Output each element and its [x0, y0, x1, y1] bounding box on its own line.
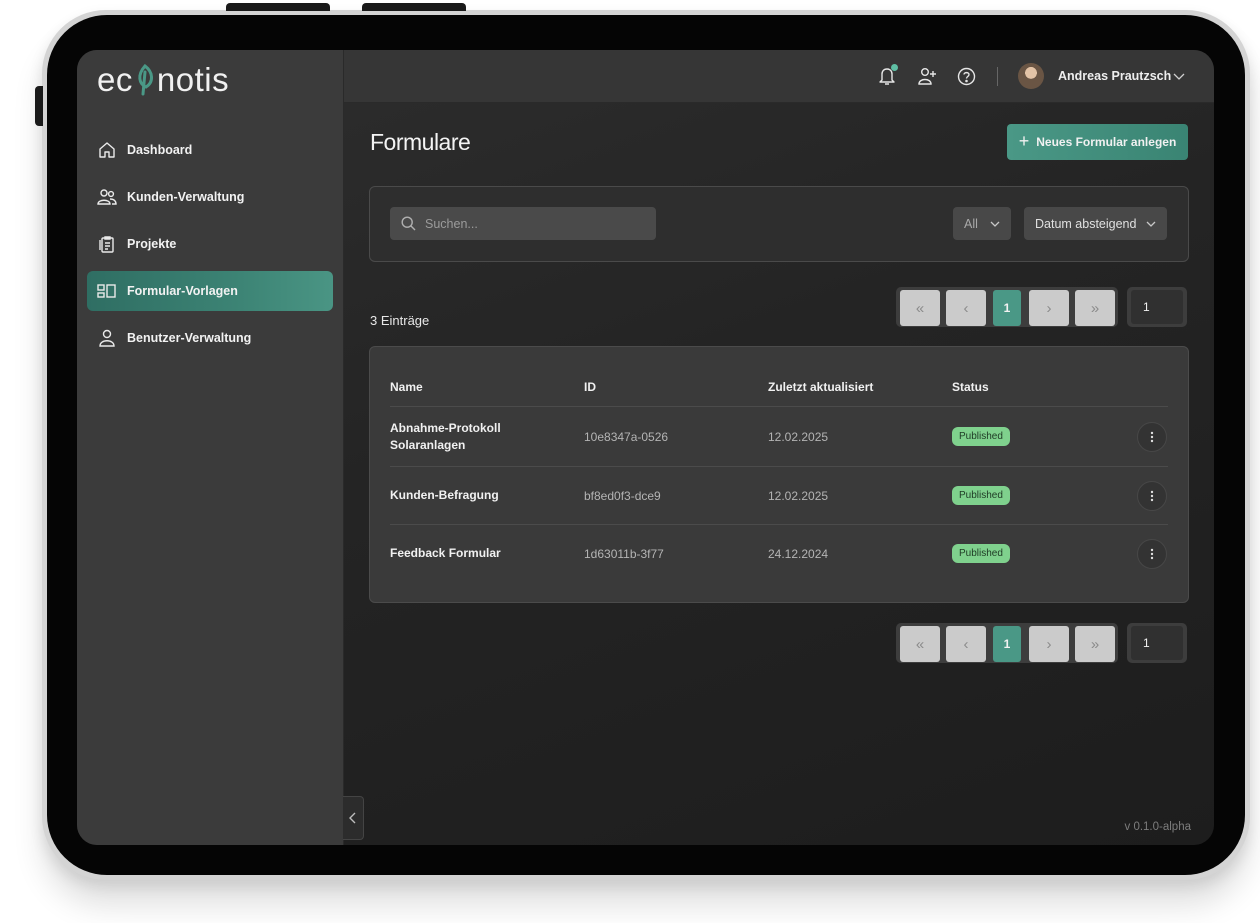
top-bar: Andreas Prautzsch [344, 50, 1214, 103]
leaf-logo-icon [138, 63, 153, 96]
chevron-left-icon [349, 812, 356, 824]
row-name[interactable]: Abnahme-Protokoll Solaranlagen [390, 420, 530, 454]
new-form-button-label: Neues Formular anlegen [1036, 135, 1177, 149]
row-actions-button[interactable] [1137, 422, 1167, 452]
table-row[interactable]: Feedback Formular 1d63011b-3f77 24.12.20… [390, 524, 1168, 583]
sidebar-item-dashboard[interactable]: Dashboard [87, 130, 333, 170]
logo-text-right: notis [156, 61, 230, 98]
more-vertical-icon [1150, 548, 1154, 560]
chevron-down-icon [990, 219, 1000, 229]
status-badge: Published [952, 486, 1010, 505]
row-id: bf8ed0f3-dce9 [584, 489, 661, 503]
sidebar-item-label: Kunden-Verwaltung [127, 190, 245, 204]
layout-icon [97, 281, 117, 301]
user-plus-icon [918, 68, 936, 85]
new-form-button[interactable]: + Neues Formular anlegen [1007, 124, 1188, 160]
sidebar-item-label: Benutzer-Verwaltung [127, 331, 252, 345]
row-actions-button[interactable] [1137, 481, 1167, 511]
filter-bar: All Datum absteigend [369, 186, 1189, 262]
tablet-power-button [362, 3, 466, 11]
row-updated: 24.12.2024 [768, 547, 829, 561]
invite-user-button[interactable] [916, 65, 938, 87]
row-updated: 12.02.2025 [768, 489, 829, 503]
row-name[interactable]: Kunden-Befragung [390, 487, 499, 504]
status-badge: Published [952, 427, 1010, 446]
search-icon [401, 216, 416, 231]
sidebar: ec notis Dashboard Kunden-Verwaltung Pro… [77, 50, 344, 845]
user-icon [97, 328, 117, 348]
last-page-button[interactable]: » [1075, 290, 1115, 326]
column-header-status[interactable]: Status [952, 380, 989, 394]
sidebar-item-label: Projekte [127, 237, 177, 251]
forms-table: Name ID Zuletzt aktualisiert Status Abna… [369, 346, 1189, 603]
app-version: v 0.1.0-alpha [1124, 821, 1192, 833]
home-icon [97, 140, 117, 160]
notification-dot [891, 64, 898, 71]
chevron-down-icon [1146, 219, 1156, 229]
next-page-button[interactable]: › [1029, 290, 1069, 326]
table-row[interactable]: Kunden-Befragung bf8ed0f3-dce9 12.02.202… [390, 466, 1168, 525]
user-avatar[interactable] [1018, 63, 1044, 89]
row-id: 1d63011b-3f77 [584, 547, 664, 561]
previous-page-button[interactable]: ‹ [946, 626, 986, 662]
last-page-button[interactable]: » [1075, 626, 1115, 662]
row-actions-button[interactable] [1137, 539, 1167, 569]
page-number-input[interactable]: 1 [1131, 290, 1183, 324]
column-header-id[interactable]: ID [584, 380, 596, 394]
search-input[interactable] [423, 215, 637, 232]
column-header-updated[interactable]: Zuletzt aktualisiert [768, 380, 873, 394]
row-name[interactable]: Feedback Formular [390, 545, 501, 562]
page-title: Formulare [370, 129, 471, 155]
sidebar-item-benutzer-verwaltung[interactable]: Benutzer-Verwaltung [87, 318, 333, 358]
next-page-button[interactable]: › [1029, 626, 1069, 662]
user-name[interactable]: Andreas Prautzsch [1058, 69, 1171, 83]
search-field[interactable] [390, 207, 656, 240]
sidebar-collapse-button[interactable] [343, 796, 364, 840]
help-icon [957, 67, 975, 85]
sort-select[interactable]: Datum absteigend [1024, 207, 1167, 240]
current-page-button[interactable]: 1 [993, 290, 1021, 326]
app-screen: ec notis Dashboard Kunden-Verwaltung Pro… [77, 50, 1214, 845]
pagination-top: « ‹ 1 › » [896, 287, 1118, 327]
first-page-button[interactable]: « [900, 626, 940, 662]
page-jump-top: 1 [1127, 287, 1187, 327]
user-menu-toggle[interactable] [1173, 67, 1185, 90]
row-updated: 12.02.2025 [768, 430, 829, 444]
sidebar-item-formular-vorlagen[interactable]: Formular-Vorlagen [87, 271, 333, 311]
sidebar-item-label: Dashboard [127, 143, 193, 157]
previous-page-button[interactable]: ‹ [946, 290, 986, 326]
tablet-side-button [35, 86, 43, 126]
help-button[interactable] [955, 65, 977, 87]
tablet-volume-button [226, 3, 330, 11]
more-vertical-icon [1150, 431, 1154, 443]
pagination-bottom: « ‹ 1 › » [896, 623, 1118, 663]
entries-count: 3 Einträge [370, 313, 430, 328]
sidebar-item-projekte[interactable]: Projekte [87, 224, 333, 264]
sidebar-nav: Dashboard Kunden-Verwaltung Projekte For… [87, 130, 333, 365]
sidebar-item-label: Formular-Vorlagen [127, 284, 238, 298]
app-logo[interactable]: ec notis [97, 60, 229, 100]
status-filter-select[interactable]: All [953, 207, 1011, 240]
sidebar-item-kunden-verwaltung[interactable]: Kunden-Verwaltung [87, 177, 333, 217]
more-vertical-icon [1150, 490, 1154, 502]
header-divider [997, 67, 998, 86]
column-header-name[interactable]: Name [390, 380, 423, 394]
clipboard-icon [97, 234, 117, 254]
users-icon [97, 187, 117, 207]
page-number-input[interactable]: 1 [1131, 626, 1183, 660]
plus-icon: + [1018, 130, 1030, 151]
first-page-button[interactable]: « [900, 290, 940, 326]
table-row[interactable]: Abnahme-Protokoll Solaranlagen 10e8347a-… [390, 406, 1168, 467]
status-filter-value: All [964, 216, 978, 231]
current-page-button[interactable]: 1 [993, 626, 1021, 662]
notifications-button[interactable] [876, 64, 898, 87]
chevron-down-icon [1173, 73, 1185, 80]
sort-value: Datum absteigend [1035, 216, 1137, 231]
row-id: 10e8347a-0526 [584, 430, 669, 444]
logo-text-left: ec [97, 61, 133, 98]
status-badge: Published [952, 544, 1010, 563]
page-jump-bottom: 1 [1127, 623, 1187, 663]
